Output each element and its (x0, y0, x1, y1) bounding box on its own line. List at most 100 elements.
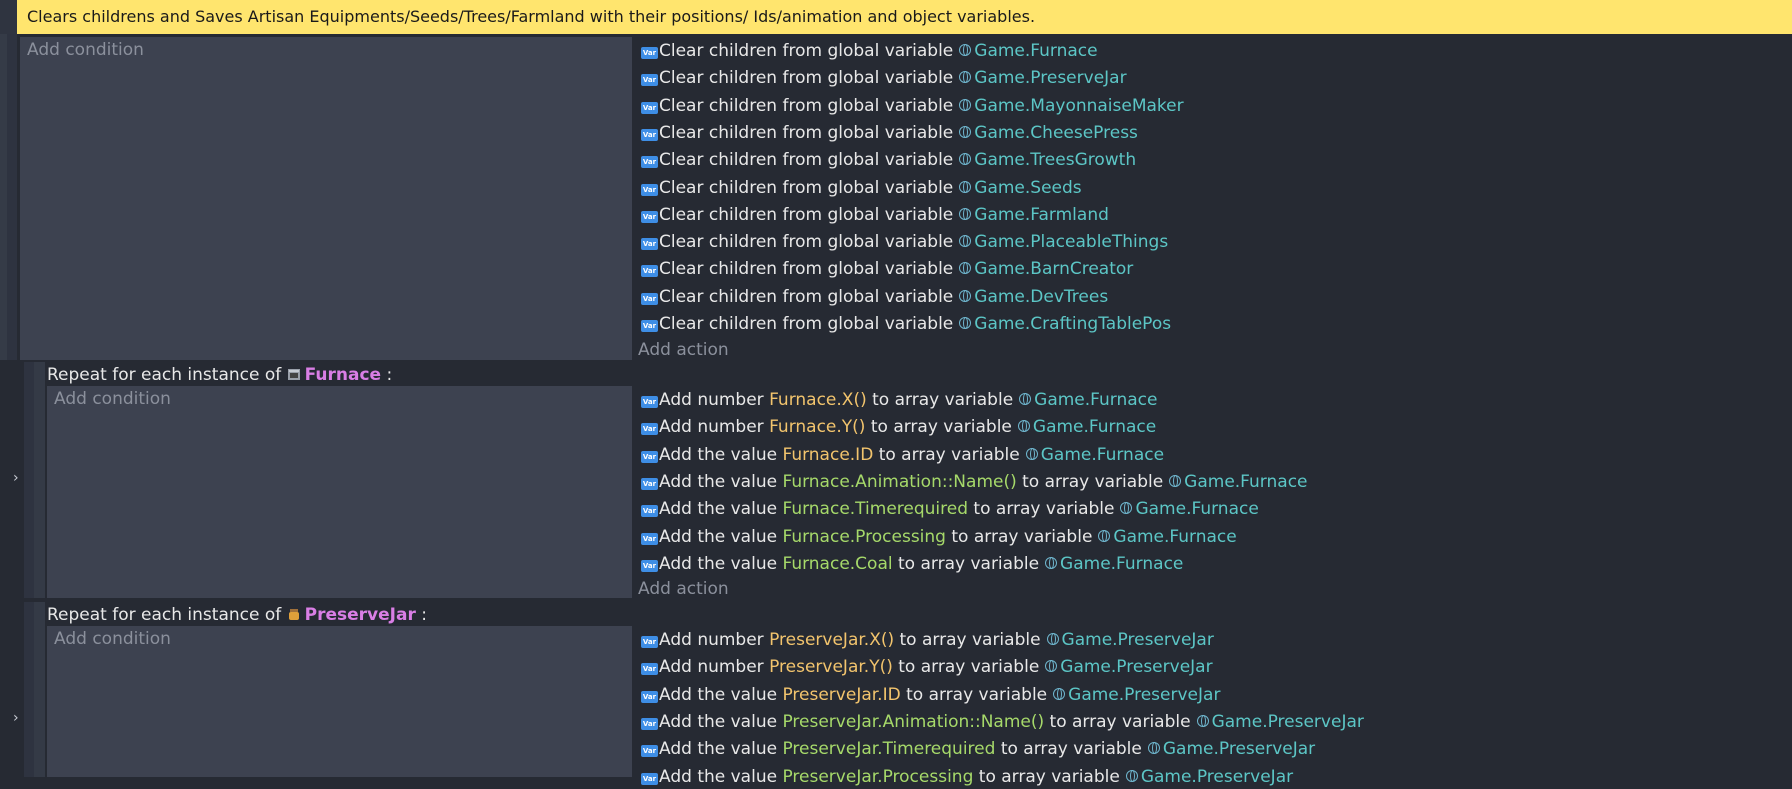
global-variable-name[interactable]: Game.PreserveJar (1060, 657, 1212, 677)
global-variable-name[interactable]: Game.TreesGrowth (974, 150, 1136, 170)
global-variable-name[interactable]: Game.Seeds (974, 178, 1081, 198)
action-row[interactable]: Var Clear children from global variable Ga… (641, 66, 1127, 90)
global-variable-name[interactable]: Game.PreserveJar (1068, 685, 1220, 705)
action-row[interactable]: Var Add number Furnace.Y() to array varia… (641, 415, 1156, 439)
action-row[interactable]: Var Add the value PreserveJar.ID to array… (641, 683, 1220, 707)
var-icon: Var (641, 101, 658, 114)
global-variable-name[interactable]: Game.Furnace (1060, 554, 1183, 574)
action-row[interactable]: Var Clear children from global variable Ga… (641, 148, 1136, 172)
var-icon: Var (641, 745, 658, 758)
action-text: to array variable (1016, 471, 1164, 492)
repeat-header-preservejar[interactable]: Repeat for each instance of PreserveJar … (47, 603, 427, 628)
globe-icon (1120, 502, 1133, 515)
global-variable-name[interactable]: Game.Furnace (1033, 417, 1156, 437)
chevron-right-icon[interactable]: › (13, 470, 19, 486)
globe-icon (959, 289, 972, 302)
global-variable-name[interactable]: Game.PreserveJar (1163, 739, 1315, 759)
action-row[interactable]: Var Add the value Furnace.Processing to a… (641, 525, 1237, 549)
globe-icon (959, 125, 972, 138)
action-row[interactable]: Var Add number Furnace.X() to array varia… (641, 388, 1157, 412)
expression[interactable]: Furnace.ID (782, 445, 873, 465)
action-row[interactable]: Var Add the value Furnace.Coal to array v… (641, 552, 1183, 576)
conditions-panel[interactable] (20, 37, 632, 360)
var-icon: Var (641, 450, 658, 463)
action-row[interactable]: Var Clear children from global variable Ga… (641, 285, 1108, 309)
var-icon: Var (641, 238, 658, 251)
action-text: Clear children from global variable (659, 122, 954, 143)
object-name-preservejar[interactable]: PreserveJar (305, 605, 416, 625)
var-icon: Var (641, 128, 658, 141)
expression[interactable]: Furnace.Animation::Name() (782, 472, 1016, 492)
action-row[interactable]: Var Add the value PreserveJar.Animation::… (641, 710, 1364, 734)
expression[interactable]: Furnace.Y() (769, 417, 865, 437)
add-condition-link-preservejar[interactable]: Add condition (54, 629, 171, 649)
action-row[interactable]: Var Clear children from global variable Ga… (641, 203, 1109, 227)
add-condition-link[interactable]: Add condition (27, 40, 144, 60)
comment-gutter (0, 0, 17, 34)
expression[interactable]: PreserveJar.Y() (769, 657, 893, 677)
global-variable-name[interactable]: Game.Furnace (1184, 472, 1307, 492)
global-variable-name[interactable]: Game.Furnace (974, 41, 1097, 61)
global-variable-name[interactable]: Game.Furnace (1034, 390, 1157, 410)
action-row[interactable]: Var Add the value PreserveJar.Timerequire… (641, 737, 1315, 761)
globe-icon (959, 44, 972, 56)
global-variable-name[interactable]: Game.Furnace (1041, 445, 1164, 465)
globe-icon (959, 235, 972, 248)
action-verb: Add number (659, 657, 770, 678)
action-verb: Add the value (659, 444, 783, 465)
action-row[interactable]: Var Clear children from global variable Ga… (641, 94, 1184, 118)
action-row[interactable]: Var Add the value Furnace.Timerequired to… (641, 497, 1259, 521)
globe-icon (1045, 660, 1058, 673)
globe-icon (959, 71, 972, 84)
expression[interactable]: Furnace.Processing (782, 527, 946, 547)
var-icon: Var (641, 156, 658, 169)
globe-icon (1098, 529, 1111, 542)
global-variable-name[interactable]: Game.DevTrees (974, 287, 1108, 307)
action-row[interactable]: Var Clear children from global variable Ga… (641, 230, 1168, 254)
global-variable-name[interactable]: Game.Furnace (1113, 527, 1236, 547)
action-verb: Add number (659, 417, 770, 438)
var-icon: Var (641, 772, 658, 785)
expression[interactable]: Furnace.Coal (782, 554, 892, 574)
action-row[interactable]: Var Add the value Furnace.Animation::Name… (641, 470, 1308, 494)
conditions-panel-furnace[interactable] (47, 386, 632, 598)
action-verb: Add the value (659, 711, 783, 732)
action-row[interactable]: Var Clear children from global variable Ga… (641, 39, 1098, 63)
global-variable-name[interactable]: Game.Furnace (1135, 499, 1258, 519)
global-variable-name[interactable]: Game.Farmland (974, 205, 1109, 225)
expression[interactable]: PreserveJar.Animation::Name() (782, 712, 1044, 732)
add-action-link[interactable]: Add action (638, 338, 729, 362)
global-variable-name[interactable]: Game.BarnCreator (974, 259, 1133, 279)
repeat-header-furnace[interactable]: Repeat for each instance of Furnace : (47, 363, 392, 388)
globe-icon (1147, 742, 1160, 755)
expression[interactable]: Furnace.X() (769, 390, 867, 410)
global-variable-name[interactable]: Game.CraftingTablePos (974, 314, 1171, 334)
event-gutter[interactable] (0, 34, 7, 360)
global-variable-name[interactable]: Game.PreserveJar (1212, 712, 1364, 732)
add-action-link-furnace[interactable]: Add action (638, 577, 729, 601)
action-row[interactable]: Var Clear children from global variable Ga… (641, 257, 1133, 281)
expression[interactable]: PreserveJar.X() (769, 630, 894, 650)
expression[interactable]: PreserveJar.ID (782, 685, 900, 705)
action-row[interactable]: Var Add number PreserveJar.X() to array v… (641, 628, 1214, 652)
global-variable-name[interactable]: Game.PlaceableThings (974, 232, 1168, 252)
event-comment[interactable]: Clears childrens and Saves Artisan Equip… (17, 0, 1792, 34)
action-row[interactable]: Var Clear children from global variable Ga… (641, 121, 1138, 145)
var-icon: Var (641, 532, 658, 545)
expression[interactable]: PreserveJar.Timerequired (782, 739, 995, 759)
action-verb: Add the value (659, 526, 783, 547)
add-condition-link-furnace[interactable]: Add condition (54, 389, 171, 409)
action-verb: Add the value (659, 684, 783, 705)
action-row[interactable]: Var Add the value Furnace.ID to array var… (641, 443, 1164, 467)
global-variable-name[interactable]: Game.MayonnaiseMaker (974, 96, 1183, 116)
action-text: Clear children from global variable (659, 177, 954, 198)
object-name-furnace[interactable]: Furnace (305, 365, 381, 385)
global-variable-name[interactable]: Game.PreserveJar (1062, 630, 1214, 650)
action-row[interactable]: Var Clear children from global variable Ga… (641, 176, 1082, 200)
expression[interactable]: Furnace.Timerequired (782, 499, 968, 519)
global-variable-name[interactable]: Game.PreserveJar (974, 68, 1126, 88)
chevron-right-icon[interactable]: › (13, 710, 19, 726)
global-variable-name[interactable]: Game.CheesePress (974, 123, 1138, 143)
action-row[interactable]: Var Add number PreserveJar.Y() to array v… (641, 655, 1213, 679)
action-row[interactable]: Var Clear children from global variable Ga… (641, 312, 1171, 336)
